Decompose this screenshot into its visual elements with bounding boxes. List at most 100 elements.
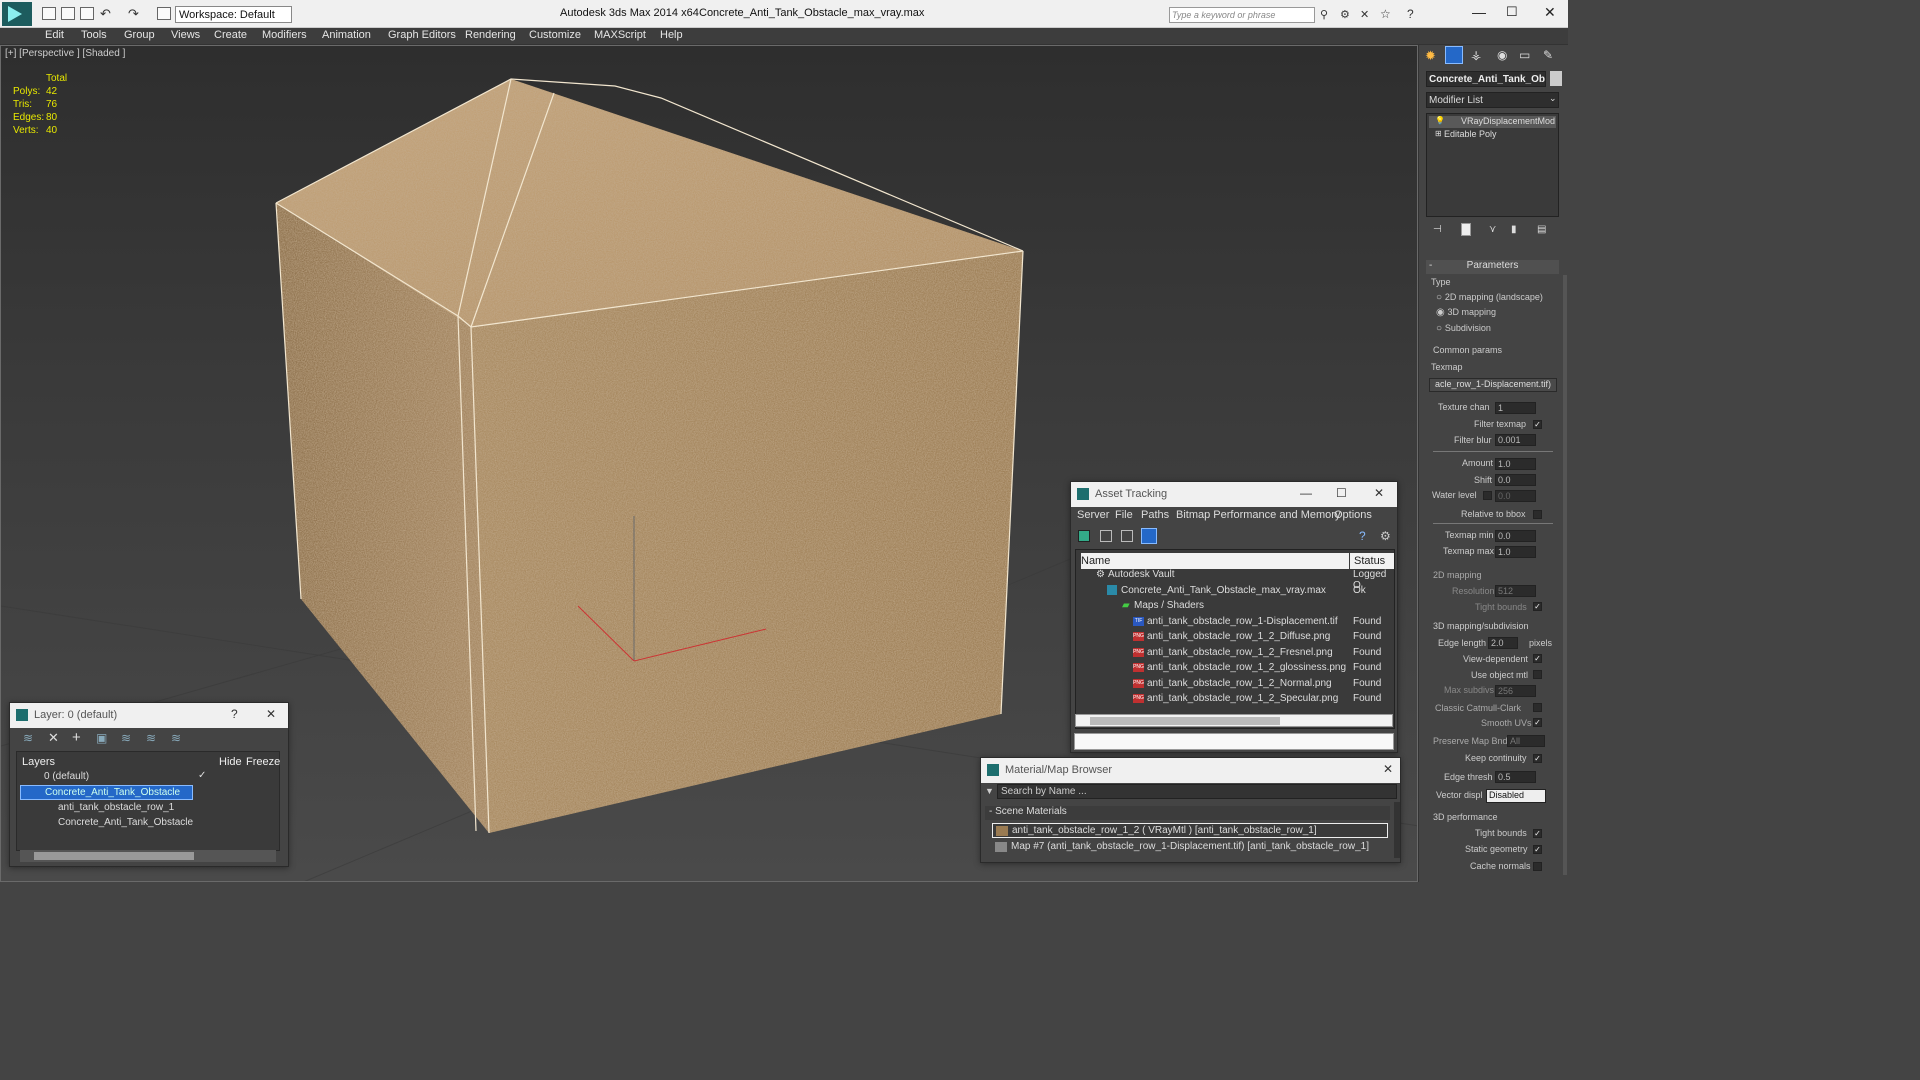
texmap-max-spinner[interactable]: 1.0 — [1495, 546, 1536, 558]
menu-help[interactable]: Help — [660, 29, 683, 41]
favorites-icon[interactable]: ☆ — [1380, 7, 1391, 21]
menu-edit[interactable]: Edit — [45, 29, 64, 41]
max-subdivs-spinner[interactable]: 256 — [1495, 685, 1536, 697]
tight-bounds-2d-checkbox[interactable]: ✓ — [1533, 602, 1542, 611]
asset-minimize-button[interactable]: — — [1300, 486, 1312, 500]
modify-tab-icon[interactable] — [1445, 46, 1463, 64]
asset-close-button[interactable]: ✕ — [1374, 486, 1384, 500]
refresh-icon[interactable] — [1078, 530, 1090, 542]
asset-path-field[interactable] — [1074, 733, 1394, 750]
asset-maximize-button[interactable]: ☐ — [1336, 486, 1347, 500]
parameters-rollout-header[interactable]: - Parameters — [1426, 260, 1559, 274]
asset-settings-icon[interactable]: ⚙ — [1380, 529, 1391, 543]
new-file-icon[interactable] — [42, 7, 56, 20]
asset-row[interactable]: PNG anti_tank_obstacle_row_1_2_Normal.png… — [1074, 677, 1394, 692]
material-item-selected[interactable]: anti_tank_obstacle_row_1_2 ( VRayMtl ) [… — [992, 823, 1388, 838]
asset-row[interactable]: ▰ Maps / Shaders — [1074, 599, 1394, 614]
menu-graph-editors[interactable]: Graph Editors — [388, 29, 456, 41]
texmap-min-spinner[interactable]: 0.0 — [1495, 530, 1536, 542]
preserve-map-select[interactable]: All — [1507, 735, 1545, 747]
cache-normals-checkbox[interactable] — [1533, 862, 1542, 871]
material-item[interactable]: Map #7 (anti_tank_obstacle_row_1-Displac… — [992, 840, 1388, 855]
asset-row[interactable]: Concrete_Anti_Tank_Obstacle_max_vray.max… — [1074, 584, 1394, 599]
asset-col-name[interactable]: Name — [1081, 553, 1349, 569]
asset-row[interactable]: PNG anti_tank_obstacle_row_1_2_glossiness… — [1074, 661, 1394, 676]
layer-col-name[interactable]: Layers — [22, 756, 55, 768]
display-tab-icon[interactable]: ▭ — [1519, 48, 1530, 62]
menu-maxscript[interactable]: MAXScript — [594, 29, 646, 41]
grid-view-icon[interactable] — [1141, 528, 1157, 544]
communication-center-icon[interactable]: ⚙ — [1340, 8, 1350, 21]
catmull-clark-checkbox[interactable] — [1533, 703, 1542, 712]
water-level-spinner[interactable]: 0.0 — [1495, 490, 1536, 502]
add-to-layer-icon[interactable]: + — [72, 729, 81, 746]
layer-help-button[interactable]: ? — [231, 707, 238, 721]
layer-object-row[interactable]: anti_tank_obstacle_row_1 — [17, 801, 279, 816]
resolution-spinner[interactable]: 512 — [1495, 585, 1536, 597]
modifier-list-chevron-icon[interactable]: ⌄ — [1549, 93, 1557, 104]
create-tab-icon[interactable]: ✹ — [1425, 48, 1436, 64]
select-objects-icon[interactable]: ▣ — [96, 731, 107, 745]
asset-menu-paths[interactable]: Paths — [1141, 509, 1169, 521]
layer-col-freeze[interactable]: Freeze — [246, 756, 280, 768]
asset-tracking-titlebar[interactable]: Asset Tracking — ☐ ✕ — [1071, 482, 1397, 507]
menu-animation[interactable]: Animation — [322, 29, 371, 41]
asset-menu-bitmap[interactable]: Bitmap Performance and Memory — [1176, 509, 1340, 521]
layer-window-titlebar[interactable]: Layer: 0 (default) ? ✕ — [10, 703, 288, 728]
material-vscrollbar[interactable] — [1394, 802, 1400, 858]
app-logo[interactable] — [2, 2, 32, 26]
layer-close-button[interactable]: ✕ — [266, 707, 276, 721]
asset-menu-server[interactable]: Server — [1077, 509, 1109, 521]
maximize-button[interactable]: ☐ — [1506, 4, 1518, 20]
pin-stack-icon[interactable]: ⊣ — [1433, 224, 1442, 235]
asset-row[interactable]: PNG anti_tank_obstacle_row_1_2_Diffuse.pn… — [1074, 630, 1394, 645]
menu-views[interactable]: Views — [171, 29, 200, 41]
table-view-icon[interactable] — [1121, 530, 1133, 542]
remove-modifier-icon[interactable]: ▮ — [1511, 224, 1517, 235]
perf-tight-bounds-checkbox[interactable]: ✓ — [1533, 829, 1542, 838]
delete-layer-icon[interactable]: ✕ — [48, 730, 59, 746]
asset-row[interactable]: PNG anti_tank_obstacle_row_1_2_Specular.p… — [1074, 692, 1394, 707]
menu-group[interactable]: Group — [124, 29, 155, 41]
scene-materials-header[interactable]: - Scene Materials — [985, 806, 1390, 820]
close-button[interactable]: ✕ — [1544, 4, 1556, 21]
layer-object-row[interactable]: Concrete_Anti_Tank_Obstacle — [17, 816, 279, 831]
layer-row[interactable]: 0 (default) ✓ — [17, 770, 279, 785]
layer-col-hide[interactable]: Hide — [219, 756, 242, 768]
asset-row[interactable]: ⚙ Autodesk Vault Logged O — [1074, 568, 1394, 591]
filter-blur-spinner[interactable]: 0.001 — [1495, 434, 1536, 446]
menu-create[interactable]: Create — [214, 29, 247, 41]
minimize-button[interactable]: — — [1472, 4, 1486, 20]
asset-help-icon[interactable]: ? — [1359, 529, 1366, 543]
object-name-field[interactable]: Concrete_Anti_Tank_Obs — [1426, 71, 1546, 87]
use-object-mtl-checkbox[interactable] — [1533, 670, 1542, 679]
utilities-tab-icon[interactable]: ✎ — [1543, 48, 1553, 62]
texmap-button[interactable]: acle_row_1-Displacement.tif) — [1429, 378, 1557, 392]
filter-texmap-checkbox[interactable]: ✓ — [1533, 420, 1542, 429]
browser-options-icon[interactable]: ▼ — [985, 786, 994, 796]
smooth-uvs-checkbox[interactable]: ✓ — [1533, 718, 1542, 727]
make-unique-icon[interactable]: ⋎ — [1489, 224, 1496, 235]
relative-bbox-checkbox[interactable] — [1533, 510, 1542, 519]
layer-row-selected[interactable]: Concrete_Anti_Tank_Obstacle — [20, 785, 193, 800]
new-layer-icon[interactable]: ≋ — [23, 731, 33, 745]
vector-displ-select[interactable]: Disabled — [1486, 789, 1546, 803]
asset-col-status[interactable]: Status — [1350, 553, 1394, 569]
workspace-select[interactable]: Workspace: Default — [175, 6, 292, 23]
open-file-icon[interactable] — [61, 7, 75, 20]
menu-tools[interactable]: Tools — [81, 29, 107, 41]
static-geometry-checkbox[interactable]: ✓ — [1533, 845, 1542, 854]
redo-icon[interactable]: ↷ — [128, 6, 139, 22]
search-input[interactable]: Type a keyword or phrase — [1169, 7, 1315, 23]
hierarchy-tab-icon[interactable]: ⚶ — [1471, 48, 1481, 62]
menu-rendering[interactable]: Rendering — [465, 29, 516, 41]
stack-item-selected[interactable]: 💡 VRayDisplacementMod — [1429, 116, 1556, 128]
menu-customize[interactable]: Customize — [529, 29, 581, 41]
command-panel-scrollbar[interactable] — [1563, 275, 1567, 875]
modifier-list-dropdown[interactable]: Modifier List — [1426, 92, 1559, 108]
list-view-icon[interactable] — [1100, 530, 1112, 542]
material-search-input[interactable]: Search by Name ... — [997, 784, 1397, 799]
menu-modifiers[interactable]: Modifiers — [262, 29, 307, 41]
asset-hscrollbar[interactable] — [1075, 714, 1393, 727]
configure-sets-icon[interactable]: ▤ — [1537, 224, 1546, 235]
